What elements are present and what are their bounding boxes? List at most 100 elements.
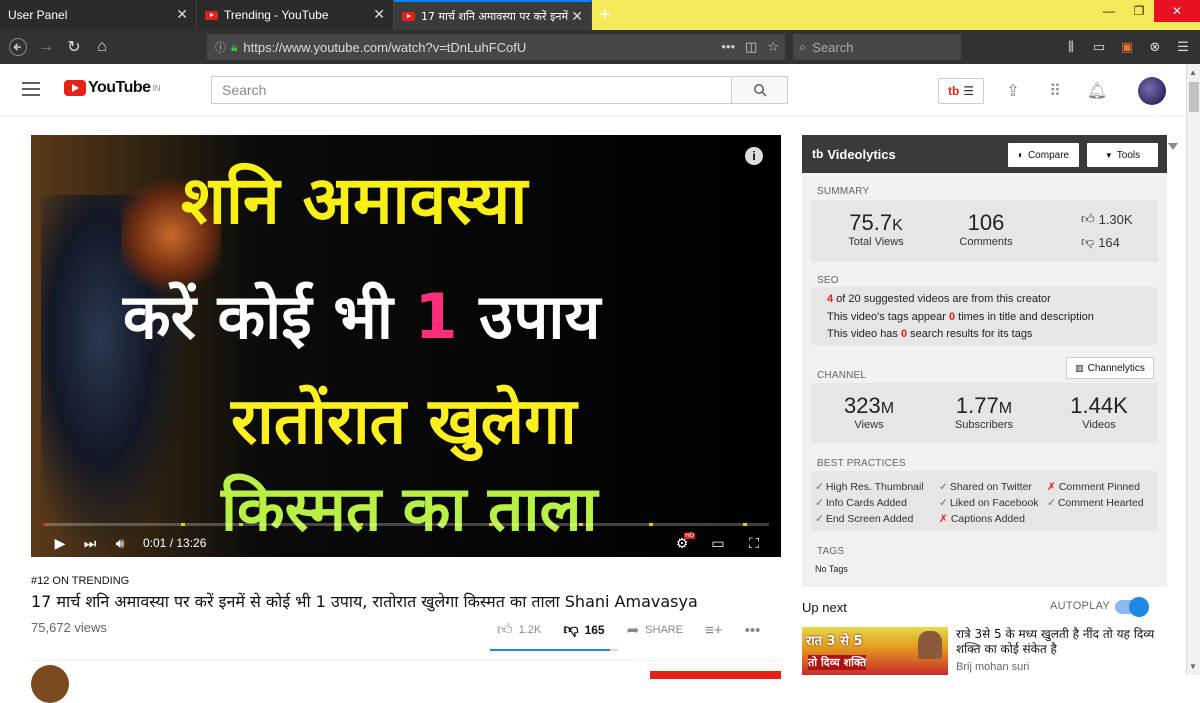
notifications-bell-icon[interactable]: 🔔︎ — [1084, 78, 1110, 104]
best-practice-item: ✗ Comment Pinned — [1047, 481, 1140, 493]
tubebuddy-menu-button[interactable]: tb ☰ — [938, 78, 984, 104]
thumbs-down-icon: 👎︎ — [563, 621, 579, 638]
apps-grid-icon[interactable]: ⠿ — [1042, 78, 1068, 104]
up-next-title[interactable]: रात्रे 3से 5 के मध्य खुलती है नींद तो यह… — [956, 627, 1156, 657]
channel-box: 323M Views 1.77M Subscribers 1.44K Video… — [811, 383, 1158, 443]
info-icon[interactable]: ⓘ — [215, 39, 226, 55]
nav-toolbar: → ↻ ⌂ ⓘ 🔒︎ https://www.youtube.com/watch… — [0, 30, 1200, 64]
library-icon[interactable]: ⫼ — [1060, 34, 1082, 60]
guide-menu-icon[interactable] — [22, 82, 40, 100]
ublock-icon[interactable]: ⊗ — [1144, 34, 1166, 60]
video-player[interactable]: शनि अमावस्या करें कोई भी 1 उपाय रातोंरात… — [31, 135, 781, 557]
window-close-icon[interactable]: ✕ — [1154, 0, 1200, 22]
back-icon[interactable] — [4, 33, 32, 61]
dislike-button[interactable]: 👎︎ 165 — [563, 621, 604, 639]
scroll-down-icon[interactable]: ▼ — [1189, 662, 1197, 671]
volume-icon[interactable]: 🔊︎ — [105, 529, 135, 557]
lock-icon: 🔒︎ — [231, 39, 238, 54]
compare-button[interactable]: ◐ Compare — [1008, 143, 1079, 167]
cross-icon: ✗ — [939, 513, 948, 525]
overlay-text: करें कोई भी — [123, 280, 393, 353]
seo-box: 4 of 20 suggested videos are from this c… — [811, 287, 1158, 345]
menu-lines-icon: ☰ — [963, 84, 975, 98]
videolytics-title: Videolytics — [827, 146, 896, 162]
browser-search-field[interactable]: ⌕ Search — [793, 34, 961, 60]
overlay-text: उपाय — [479, 280, 601, 353]
subscribe-button[interactable] — [650, 671, 781, 679]
youtube-play-icon — [64, 80, 86, 96]
like-button[interactable]: 👍︎ 1.2K — [497, 621, 541, 639]
autoplay-label: AUTOPLAY — [1050, 600, 1111, 612]
pocket-icon[interactable]: ◫ — [745, 39, 757, 55]
best-practice-item: ✓ High Res. Thumbnail — [815, 481, 924, 493]
info-card-icon[interactable]: i — [745, 147, 763, 165]
tools-label: Tools — [1116, 149, 1141, 161]
like-ratio-bar — [490, 649, 618, 651]
tab-video[interactable]: 17 मार्च शनि अमावस्या पर करें इनमें ✕ — [394, 0, 592, 30]
stat-value: 323 — [843, 393, 881, 418]
tab-trending[interactable]: Trending - YouTube ✕ — [197, 0, 394, 30]
menu-icon[interactable]: ☰ — [1172, 34, 1194, 60]
ad-marker — [239, 523, 243, 526]
progress-bar[interactable] — [43, 523, 769, 526]
address-bar[interactable]: ⓘ 🔒︎ https://www.youtube.com/watch?v=tDn… — [207, 34, 785, 60]
channelytics-button[interactable]: ▥ Channelytics — [1066, 357, 1154, 379]
autoplay-toggle[interactable] — [1115, 597, 1149, 617]
scroll-up-icon[interactable]: ▲ — [1189, 68, 1197, 77]
add-to-playlist-icon[interactable]: ≡+ — [705, 622, 723, 639]
window-controls: — ❐ ✕ — [1094, 0, 1200, 22]
home-icon[interactable]: ⌂ — [88, 33, 116, 61]
close-icon[interactable]: ✕ — [176, 7, 188, 21]
subscribers-stat: 1.77M Subscribers — [934, 393, 1034, 431]
share-label: SHARE — [645, 624, 684, 636]
more-actions-icon[interactable]: ••• — [745, 622, 761, 639]
summary-section-label: SUMMARY — [817, 186, 870, 197]
channel-avatar[interactable] — [31, 665, 69, 703]
close-icon[interactable]: ✕ — [373, 7, 385, 21]
browser-extensions: ⫼ ▭ ▣ ⊗ ☰ — [1060, 34, 1194, 60]
new-tab-icon[interactable]: + — [592, 0, 618, 30]
thumbnail-person — [918, 631, 942, 659]
ad-marker — [743, 523, 747, 526]
tab-user-panel[interactable]: User Panel ✕ — [0, 0, 197, 30]
close-icon[interactable]: ✕ — [571, 9, 583, 23]
reload-icon[interactable]: ↻ — [60, 33, 88, 61]
extension-icon[interactable]: ▣ — [1116, 34, 1138, 60]
video-overlay-line: शनि अमावस्या — [181, 162, 528, 239]
page-actions-icon[interactable]: ••• — [721, 39, 735, 55]
up-next-channel[interactable]: Brij mohan suri — [956, 661, 1029, 673]
share-button[interactable]: ➦ SHARE — [627, 621, 683, 639]
stat-label: Views — [854, 419, 884, 431]
player-controls: ▶ ⏭ 🔊︎ 0:01 / 13:26 ⚙ HD ▭ ⛶ — [31, 529, 781, 557]
trending-label[interactable]: #12 ON TRENDING — [31, 575, 129, 587]
youtube-search-button[interactable] — [731, 76, 788, 104]
like-ratio-fill — [490, 649, 610, 651]
panel-dropdown-icon[interactable] — [1168, 143, 1178, 150]
settings-gear-icon[interactable]: ⚙ HD — [667, 529, 697, 557]
up-next-thumbnail[interactable]: रात 3 से 5 तो दिव्य शक्ति — [802, 627, 948, 675]
seo-line: This video's tags appear 0 times in titl… — [827, 311, 1094, 323]
forward-icon[interactable]: → — [32, 33, 60, 61]
upload-icon[interactable]: ⇪ — [1000, 78, 1026, 104]
cross-icon: ✗ — [1047, 481, 1056, 493]
best-practice-item: ✗ Captions Added — [939, 513, 1025, 525]
avatar[interactable] — [1138, 77, 1166, 105]
youtube-search-input[interactable]: Search — [211, 76, 732, 104]
video-title: 17 मार्च शनि अमावस्या पर करें इनमें से क… — [31, 592, 698, 611]
sidebar-icon[interactable]: ▭ — [1088, 34, 1110, 60]
youtube-logo[interactable]: YouTube IN — [64, 79, 161, 97]
next-icon[interactable]: ⏭ — [75, 529, 105, 557]
bookmark-star-icon[interactable]: ☆ — [767, 39, 779, 55]
scroll-thumb[interactable] — [1189, 82, 1199, 112]
play-icon[interactable]: ▶ — [45, 529, 75, 557]
theater-mode-icon[interactable]: ▭ — [703, 529, 733, 557]
fullscreen-icon[interactable]: ⛶ — [739, 529, 769, 557]
page-scrollbar[interactable]: ▲ ▼ — [1186, 64, 1200, 675]
search-icon: ⌕ — [799, 39, 807, 54]
tools-button[interactable]: ▼ Tools — [1087, 143, 1158, 167]
maximize-icon[interactable]: ❐ — [1124, 0, 1154, 22]
hd-badge: HD — [684, 533, 695, 539]
videolytics-header: tb Videolytics ◐ Compare ▼ Tools — [802, 135, 1167, 173]
minimize-icon[interactable]: — — [1094, 0, 1124, 22]
video-overlay-line: करें कोई भी 1 उपाय — [123, 273, 600, 357]
